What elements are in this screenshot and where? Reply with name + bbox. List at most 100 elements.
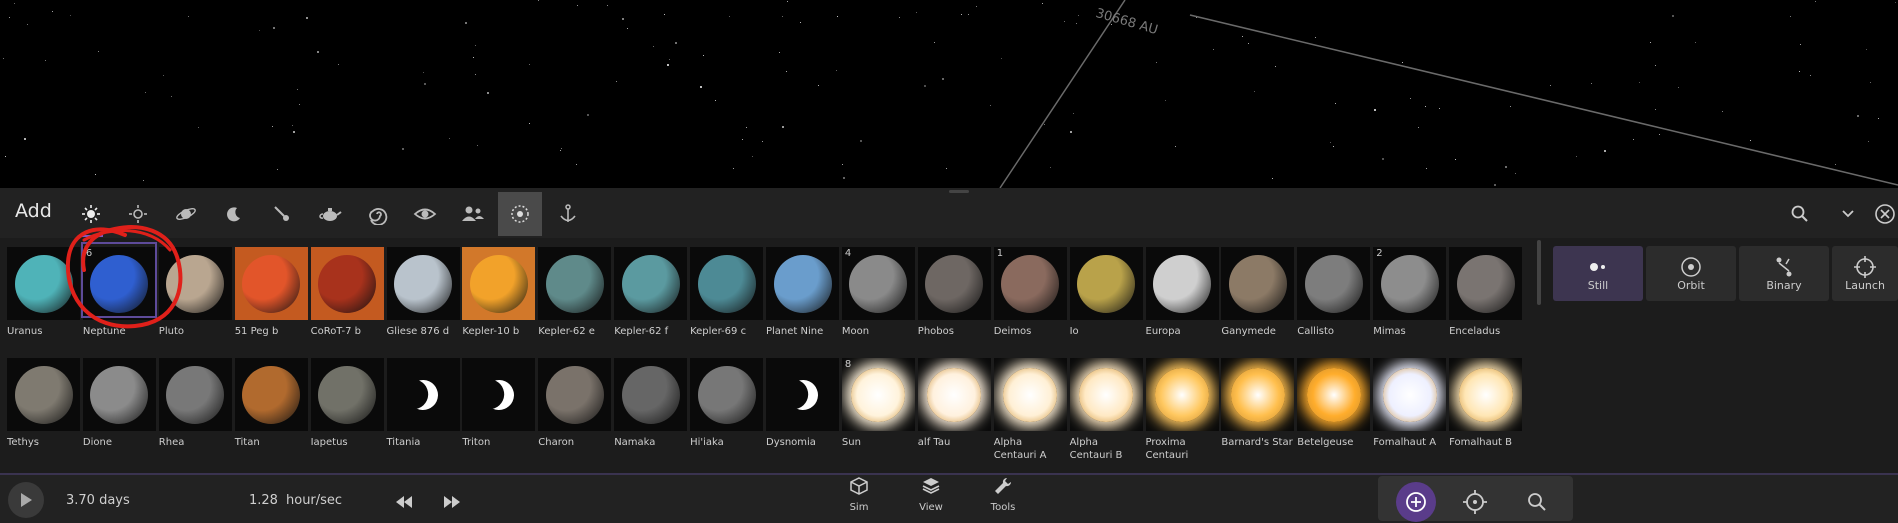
object-tile[interactable]: Callisto (1297, 247, 1371, 338)
object-tile[interactable]: alf Tau (917, 358, 991, 449)
spiral-galaxy-icon[interactable] (356, 192, 400, 236)
object-label: Fomalhaut A (1373, 437, 1437, 448)
object-tile[interactable]: Europa (1145, 247, 1219, 338)
people-icon[interactable] (451, 192, 495, 236)
object-icon (1003, 367, 1058, 422)
object-tile[interactable]: Rhea (158, 358, 232, 449)
mode-binary-button[interactable]: Binary (1739, 246, 1829, 301)
object-icon (90, 365, 149, 424)
add-object-button[interactable] (1396, 482, 1436, 522)
close-icon[interactable] (1872, 192, 1898, 236)
object-label: Fomalhaut B (1449, 437, 1513, 448)
object-tile[interactable]: Namaka (614, 358, 688, 449)
object-icon (318, 365, 377, 424)
object-tile[interactable]: Kepler-69 c (690, 247, 764, 338)
object-tile[interactable]: Alpha Centauri A (993, 358, 1067, 462)
object-thumbnail (1449, 247, 1523, 320)
object-tile[interactable]: Tethys (7, 358, 80, 449)
object-tile[interactable]: Dysnomia (766, 358, 839, 449)
chevron-down-icon[interactable] (1828, 192, 1868, 236)
object-tile[interactable]: Kepler-10 b (462, 247, 536, 338)
object-label: alf Tau (917, 437, 951, 448)
object-thumbnail (1449, 358, 1523, 431)
object-thumbnail: 4 (841, 247, 915, 320)
object-icon (1001, 254, 1060, 313)
object-tile[interactable]: Hi'iaka (690, 358, 764, 449)
object-tile[interactable]: Pluto (158, 247, 232, 338)
object-tile[interactable]: Uranus (7, 247, 80, 338)
moon-icon[interactable] (212, 192, 256, 236)
nav-view-button[interactable]: View (901, 476, 961, 521)
object-tile[interactable]: Iapetus (310, 358, 384, 449)
object-tile[interactable]: Proxima Centauri (1145, 358, 1219, 462)
object-label: Mimas (1373, 326, 1406, 337)
object-thumbnail (462, 358, 536, 431)
variant-count: 1 (996, 248, 1004, 259)
object-thumbnail (690, 358, 764, 431)
object-icon (166, 254, 225, 313)
object-tile[interactable]: Fomalhaut B (1449, 358, 1523, 449)
comet-icon[interactable] (260, 192, 304, 236)
object-thumbnail (1145, 358, 1219, 431)
object-tile[interactable]: Kepler-62 e (538, 247, 612, 338)
mode-still-button[interactable]: Still (1553, 246, 1643, 301)
object-icon (1230, 367, 1285, 422)
object-tile[interactable]: CoRoT-7 b (310, 247, 384, 338)
object-grid: Uranus 6 Neptune Pluto 51 Peg b CoRoT-7 b Glie… (0, 238, 1536, 473)
object-icon (621, 254, 680, 313)
object-tile[interactable]: Betelgeuse (1297, 358, 1371, 449)
time-rate-value[interactable]: 1.28 (249, 493, 278, 508)
object-tile[interactable]: 4 Moon (841, 247, 915, 338)
anchor-icon[interactable] (546, 192, 590, 236)
launch-icon (1853, 255, 1877, 279)
grid-scrollbar[interactable] (1537, 240, 1541, 305)
object-tile[interactable]: Phobos (917, 247, 991, 338)
eye-icon[interactable] (403, 192, 447, 236)
teapot-icon[interactable] (308, 192, 352, 236)
play-button[interactable] (8, 482, 44, 518)
selection-highlight (81, 242, 157, 318)
object-tile[interactable]: Gliese 876 d (386, 247, 460, 338)
mode-launch-button[interactable]: Launch (1832, 246, 1898, 301)
object-label: Barnard's Star (1221, 437, 1293, 448)
object-label: Moon (841, 326, 870, 337)
object-tile[interactable]: Fomalhaut A (1373, 358, 1447, 449)
object-tile[interactable]: 1 Deimos (993, 247, 1067, 338)
object-tile[interactable]: Barnard's Star (1221, 358, 1295, 449)
object-tile[interactable]: Titan (234, 358, 308, 449)
object-tile[interactable]: Alpha Centauri B (1069, 358, 1143, 462)
nav-sim-button[interactable]: Sim (829, 476, 889, 521)
object-tile[interactable]: Kepler-62 f (614, 247, 688, 338)
object-tile[interactable]: Io (1069, 247, 1143, 338)
find-button[interactable] (1517, 482, 1557, 522)
object-icon (1380, 254, 1439, 313)
stars-galaxies-icon[interactable] (69, 192, 113, 237)
object-tile[interactable]: 2 Mimas (1373, 247, 1447, 338)
object-thumbnail (1221, 358, 1295, 431)
object-thumbnail (462, 247, 536, 320)
nav-tools-button[interactable]: Tools (973, 476, 1033, 521)
object-tile[interactable]: 8 Sun (841, 358, 915, 449)
planet-icon[interactable] (164, 192, 208, 236)
object-tile[interactable]: 51 Peg b (234, 247, 308, 338)
sun-icon[interactable] (116, 192, 160, 236)
object-tile[interactable]: Ganymede (1221, 247, 1295, 338)
fast-forward-button[interactable] (434, 485, 470, 519)
object-tile[interactable]: Dione (82, 358, 156, 449)
object-tile[interactable]: Enceladus (1449, 247, 1523, 338)
mode-orbit-button[interactable]: Orbit (1646, 246, 1736, 301)
rewind-button[interactable] (386, 485, 422, 519)
move-object-button[interactable] (1455, 482, 1495, 522)
selected-object-icon[interactable] (498, 192, 542, 236)
object-tile[interactable]: Charon (538, 358, 612, 449)
object-label: Planet Nine (766, 326, 824, 337)
object-thumbnail (614, 247, 688, 320)
search-icon[interactable] (1780, 192, 1820, 236)
object-tile[interactable]: Planet Nine (766, 247, 839, 338)
object-tile[interactable]: Titania (386, 358, 460, 449)
object-label: Charon (538, 437, 575, 448)
panel-resize-handle[interactable] (949, 190, 969, 193)
object-tile[interactable]: Triton (462, 358, 536, 449)
object-thumbnail (917, 358, 991, 431)
space-viewport[interactable]: 30668 AU (0, 0, 1898, 188)
